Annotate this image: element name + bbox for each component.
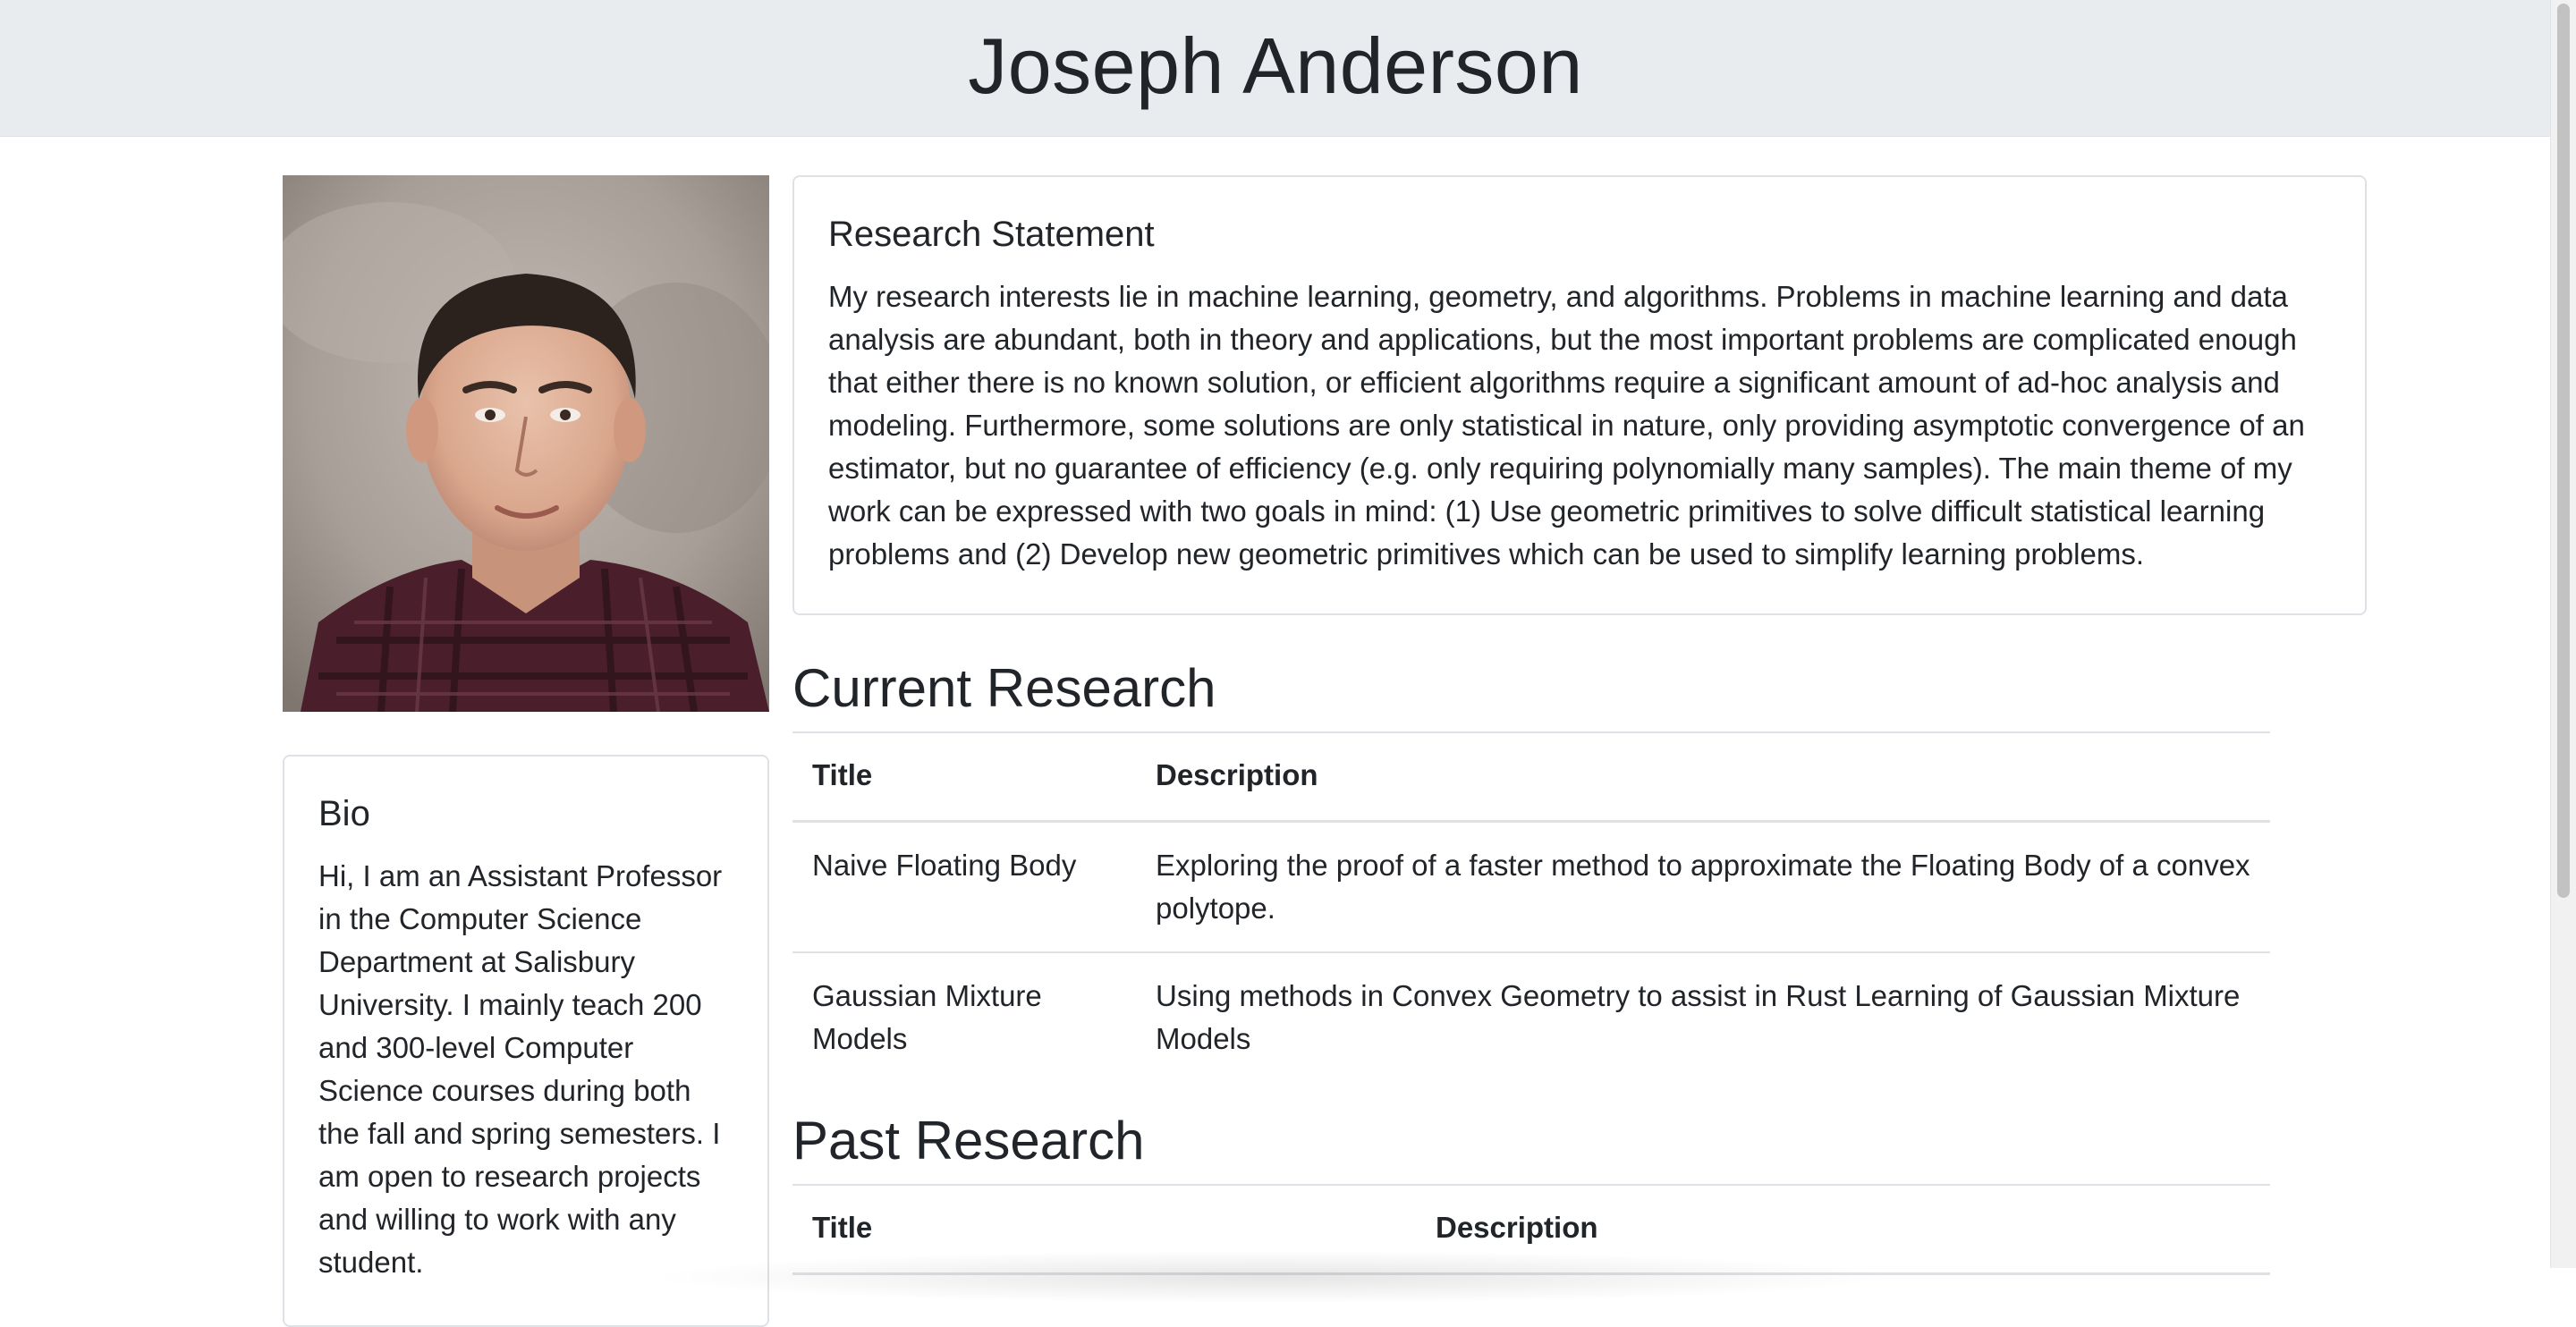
column-header-title: Title (792, 731, 1136, 823)
research-description-cell: Using methods in Convex Geometry to assi… (1136, 951, 2270, 1082)
table-row: Naive Floating Body Exploring the proof … (792, 820, 2270, 952)
scrollbar-thumb[interactable] (2557, 4, 2570, 898)
column-header-description: Description (1416, 1184, 2270, 1275)
research-description-cell: Exploring the proof of a faster method t… (1136, 820, 2270, 952)
bio-card: Bio Hi, I am an Assistant Professor in t… (283, 755, 769, 1327)
page-title: Joseph Anderson (968, 21, 1583, 110)
column-header-description: Description (1136, 731, 2270, 823)
research-statement-heading: Research Statement (828, 215, 1155, 254)
research-statement-text: My research interests lie in machine lea… (828, 280, 2305, 571)
table-header-row: Title Description (792, 1184, 2270, 1275)
research-title-cell: Naive Floating Body (792, 820, 1136, 952)
portrait-image (283, 175, 769, 712)
table-row: Gaussian Mixture Models Using methods in… (792, 951, 2270, 1082)
past-research-table: Title Description (792, 1184, 2270, 1275)
table-header-row: Title Description (792, 731, 2270, 823)
bio-heading: Bio (318, 794, 370, 833)
bio-text: Hi, I am an Assistant Professor in the C… (318, 859, 723, 1279)
column-header-title: Title (792, 1184, 1416, 1275)
research-title-cell: Gaussian Mixture Models (792, 951, 1136, 1082)
current-research-table: Title Description Naive Floating Body Ex… (792, 731, 2270, 1082)
page-header: Joseph Anderson (0, 0, 2551, 137)
profile-photo (283, 175, 769, 712)
past-research-heading: Past Research (792, 1111, 1145, 1171)
research-statement-card: Research Statement My research interests… (792, 175, 2367, 615)
vertical-scrollbar[interactable] (2550, 0, 2576, 1268)
current-research-heading: Current Research (792, 658, 1216, 718)
